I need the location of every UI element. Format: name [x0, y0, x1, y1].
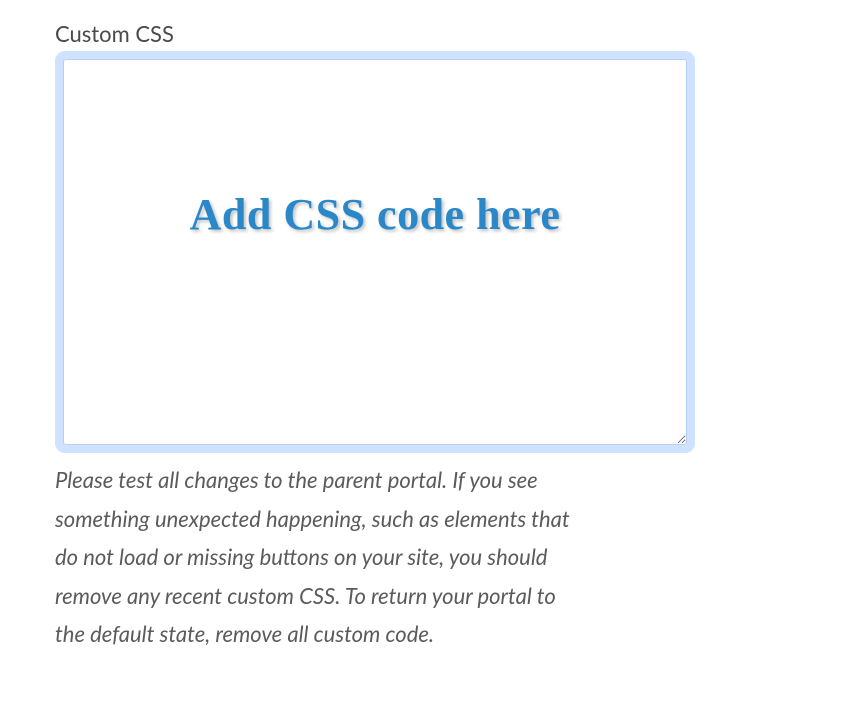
custom-css-label: Custom CSS	[55, 20, 813, 47]
custom-css-help-text: Please test all changes to the parent po…	[55, 461, 585, 654]
custom-css-input[interactable]	[63, 59, 687, 445]
textarea-focus-ring: Add CSS code here	[55, 51, 695, 453]
form-section: Custom CSS Add CSS code here Please test…	[0, 0, 868, 674]
